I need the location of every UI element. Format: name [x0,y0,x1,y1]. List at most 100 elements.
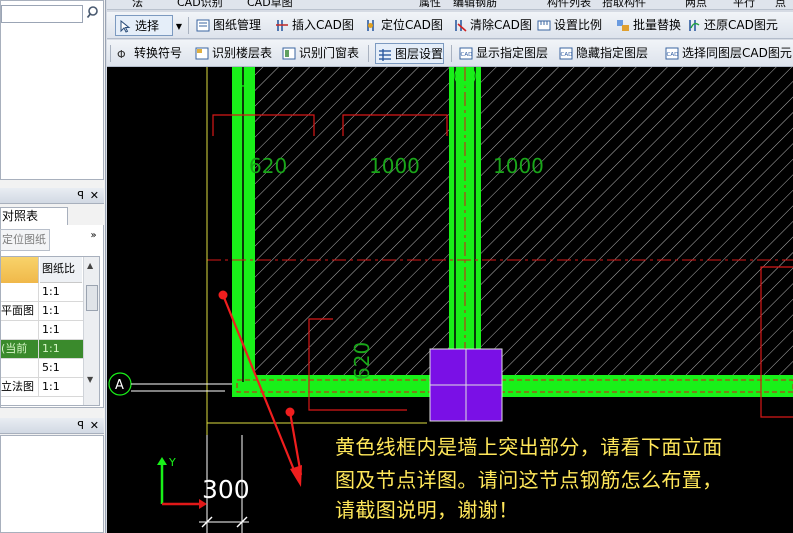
vertical-scrollbar[interactable]: ▲ ▼ [83,257,99,405]
more-button[interactable]: » [87,229,100,243]
top-strip-item[interactable]: 点 [775,0,786,9]
cad-drawing-canvas[interactable]: A Y 620 1000 1000 620 300 黄色线框内是墙上突出部分，请… [107,67,793,533]
insert-cad-button[interactable]: 插入CAD图 [273,15,354,36]
svg-text:CAD: CAD [561,52,573,58]
search-input[interactable] [1,5,83,23]
set-scale-button-label: 设置比例 [554,18,603,32]
select-button[interactable]: 选择 ▼ [115,15,182,36]
top-strip-item[interactable]: 属性 [419,0,441,9]
svg-text:CAD: CAD [667,52,679,58]
recognize-door-window-button[interactable]: 识别门窗表 [280,43,359,64]
svg-text:CAD: CAD [461,52,473,58]
convert-symbol-button-label: 转换符号 [134,46,183,60]
top-strip-item[interactable]: 法 [132,0,143,9]
cad-layer-icon: CAD [459,47,473,60]
dim-text-300: 300 [202,475,250,504]
layer-settings-button[interactable]: 图层设置 [375,43,445,64]
toolbar-separator [451,45,452,62]
close-icon[interactable]: ✕ [90,418,99,433]
restore-cad-button[interactable]: 还原CAD图元 [685,15,778,36]
door-window-icon [282,47,296,60]
table-row[interactable]: (当前 1:1 [1,340,83,359]
scroll-down-icon[interactable]: ▼ [87,375,93,384]
slab-hatch-right [481,67,793,375]
show-layer-button[interactable]: CAD 显示指定图层 [457,43,548,64]
drawing-pane-header: ꟼ ✕ [0,188,104,204]
layer-settings-button-label: 图层设置 [395,47,444,61]
cad-drawing: A Y 620 1000 1000 620 300 [108,67,793,533]
cell-drawing-name [1,359,39,377]
pin-icon[interactable]: ꟼ [77,418,84,433]
properties-pane [0,435,104,533]
top-strip-item[interactable]: CAD草图 [247,0,293,9]
select-same-layer-button-label: 选择同图层CAD图元 [682,46,792,60]
top-strip-item[interactable]: 构件列表 [547,0,591,9]
ucs-y-arrow [157,457,167,465]
select-label: 选择 [135,19,160,33]
svg-text:Φ: Φ [117,48,126,60]
close-icon[interactable]: ✕ [90,188,99,203]
cursor-icon [120,20,131,33]
tab-comparison-table[interactable]: 对照表 [0,207,68,225]
cell-scale: 1:1 [42,342,60,355]
ucs-y-label: Y [168,456,176,469]
navigation-pane [0,0,104,180]
cell-drawing-name [1,283,39,301]
axis-label-a: A [115,378,124,393]
search-icon[interactable] [86,5,102,21]
restore-cad-icon [689,20,700,31]
drawing-table: 图纸比 1:1 平面图 1:1 1:1 (当前 1:1 5:1 立法图 1:1 ▲ ▼ [0,256,100,406]
cad-layer-icon: CAD [559,47,573,60]
cell-scale: 5:1 [42,361,60,374]
note-line-3: 请截图说明，谢谢！ [335,498,519,522]
cell-drawing-name: 平面图 [1,302,39,320]
hide-layer-button-label: 隐藏指定图层 [576,46,649,60]
note-line-1: 黄色线框内是墙上突出部分，请看下面立面 [335,435,723,459]
top-strip-item[interactable]: 拾取构件 [602,0,646,9]
sheet-icon [196,19,210,32]
table-header-scale[interactable]: 图纸比 [40,257,82,283]
set-scale-button[interactable]: 设置比例 [535,15,602,36]
top-strip-item[interactable]: CAD识别 [177,0,223,9]
cad-toolbar: 选择 ▼ 图纸管理 插入CAD图 定位CAD图 清除CAD图 设置比例 批量替换 还原CAD… [107,12,793,39]
hide-layer-button[interactable]: CAD 隐藏指定图层 [557,43,648,64]
slab-hatch-left [255,67,449,375]
table-row[interactable]: 1:1 [1,283,83,302]
note-line-2: 图及节点详图。请问这节点钢筋怎么布置， [335,468,723,492]
batch-replace-button[interactable]: 批量替换 [614,15,681,36]
cell-drawing-name: (当前 [1,340,39,358]
locate-drawing-button[interactable]: 定位图纸 [0,229,50,251]
drawing-manager-button[interactable]: 图纸管理 [194,15,261,36]
table-row[interactable]: 1:1 [1,321,83,340]
top-toolbar-strip: 法 CAD识别 CAD草图 属性 编辑钢筋 构件列表 拾取构件 两点 平行 点 [107,0,793,10]
table-row[interactable]: 平面图 1:1 [1,302,83,321]
table-row[interactable]: 5:1 [1,359,83,378]
cell-scale: 1:1 [42,380,60,393]
chevron-down-icon[interactable]: ▼ [176,16,182,37]
dim-text-1000: 1000 [493,154,544,178]
table-row[interactable]: 立法图 1:1 [1,378,83,397]
properties-pane-header: ꟼ ✕ [0,418,104,434]
clear-cad-icon [455,20,467,32]
restore-cad-button-label: 还原CAD图元 [704,18,778,32]
table-header-name[interactable] [1,257,39,283]
scroll-up-icon[interactable]: ▲ [87,261,93,270]
top-strip-item[interactable]: 平行 [733,0,755,9]
pin-icon[interactable]: ꟼ [77,188,84,203]
cell-scale: 1:1 [42,323,60,336]
recognize-door-window-button-label: 识别门窗表 [299,46,360,60]
recognize-floor-table-button[interactable]: 识别楼层表 [193,43,272,64]
convert-symbol-button[interactable]: Φ 转换符号 [115,43,182,64]
select-same-layer-button[interactable]: CAD 选择同图层CAD图元 [663,43,792,64]
clear-cad-button[interactable]: 清除CAD图 [451,15,532,36]
cell-drawing-name [1,321,39,339]
scroll-thumb[interactable] [86,285,98,311]
top-strip-item[interactable]: 两点 [685,0,707,9]
left-panel: ꟼ ✕ 对照表 定位图纸 » 图纸比 1:1 平面图 1:1 1:1 (当前 1:1 5:1… [0,0,106,533]
top-strip-item[interactable]: 编辑钢筋 [453,0,497,9]
cell-scale: 1:1 [42,304,60,317]
locate-cad-button-label: 定位CAD图 [381,18,443,32]
toolbar-separator [110,45,111,62]
floor-table-icon [195,47,209,60]
locate-cad-button[interactable]: 定位CAD图 [362,15,443,36]
